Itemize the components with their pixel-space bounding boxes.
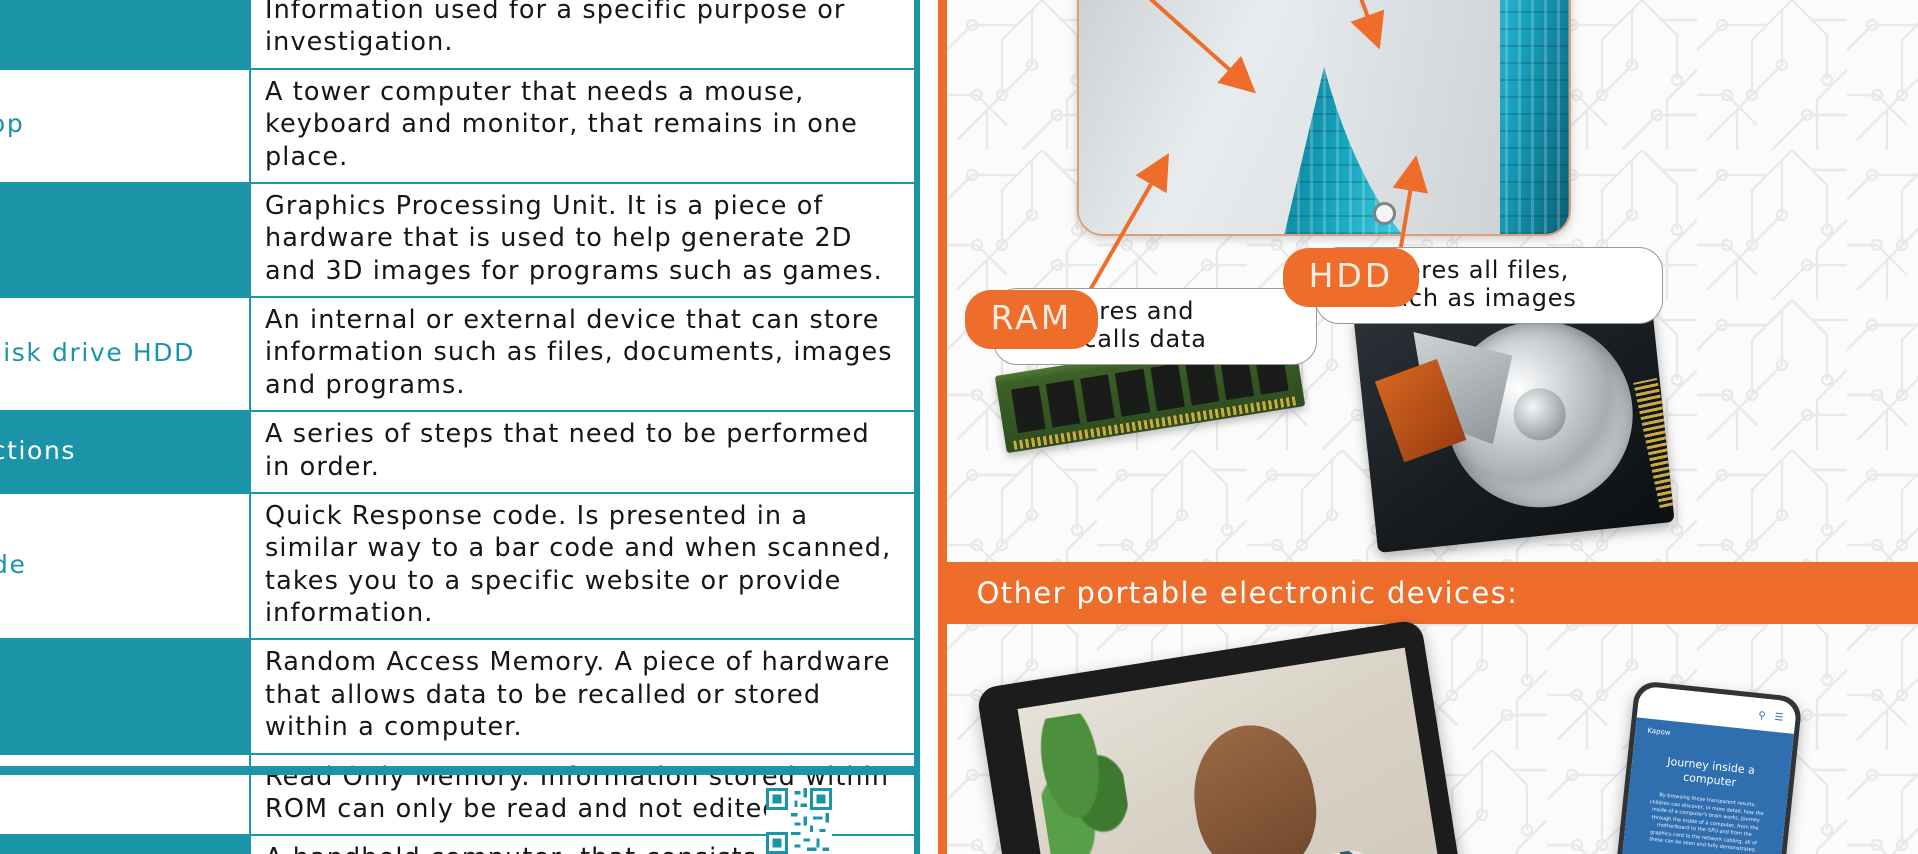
footer-divider — [0, 766, 920, 775]
glossary-definition: Information used for a specific purpose … — [249, 0, 916, 70]
glossary-row: DesktopA tower computer that needs a mou… — [0, 67, 916, 184]
hard-disk-drive-image — [1352, 285, 1675, 553]
menu-icon[interactable]: ☰ — [1774, 712, 1784, 724]
smartphone-image: ⚲ ☰ Kapow Journey inside a computer By b… — [1602, 680, 1803, 854]
glossary-term: Desktop — [0, 67, 251, 184]
qr-code-right-icon[interactable] — [766, 788, 832, 854]
glossary-term: QR code — [0, 491, 251, 641]
hardware-info-pane: Stores and recalls data RAM Stores all f… — [937, 0, 1918, 854]
glossary-pane: DataInformation used for a specific purp… — [0, 0, 938, 854]
glossary-term: GPU — [0, 181, 251, 299]
footer-strip — [0, 766, 920, 854]
glossary-definition: A series of steps that need to be perfor… — [249, 410, 916, 494]
hdd-caption-line-2: such as images — [1379, 284, 1577, 313]
glossary-definition: Graphics Processing Unit. It is a piece … — [249, 181, 916, 299]
search-icon[interactable]: ⚲ — [1757, 710, 1765, 722]
glossary-definition: Quick Response code. Is presented in a s… — [249, 491, 916, 641]
glossary-term: Instructions — [0, 410, 251, 494]
glossary-definition: Random Access Memory. A piece of hardwar… — [249, 638, 916, 755]
plant-decoration — [1029, 708, 1136, 854]
glossary-row: GPUGraphics Processing Unit. It is a pie… — [0, 181, 916, 299]
phone-screen: ⚲ ☰ Kapow Journey inside a computer By b… — [1608, 685, 1797, 854]
laptop-xray-image — [1076, 0, 1571, 236]
glossary-definition: A tower computer that needs a mouse, key… — [249, 67, 916, 184]
glossary-row: InstructionsA series of steps that need … — [0, 410, 916, 494]
other-devices-banner-label: Other portable electronic devices: — [976, 576, 1519, 610]
glossary-row: QR codeQuick Response code. Is presented… — [0, 491, 916, 641]
glossary-term: Hard disk drive HDD — [0, 295, 251, 413]
glossary-term: Data — [0, 0, 251, 70]
glossary-table-container: DataInformation used for a specific purp… — [0, 0, 920, 854]
person-head — [1183, 716, 1326, 854]
hdd-pill-label: HDD — [1282, 248, 1420, 307]
other-devices-banner: Other portable electronic devices: — [946, 562, 1918, 624]
ram-pill-label: RAM — [964, 290, 1099, 349]
glossary-row: DataInformation used for a specific purp… — [0, 0, 916, 70]
poster-page: DataInformation used for a specific purp… — [0, 0, 1918, 854]
glossary-table: DataInformation used for a specific purp… — [0, 0, 916, 854]
camera-dot — [1372, 202, 1396, 225]
glossary-row: RAMRandom Access Memory. A piece of hard… — [0, 638, 916, 755]
phone-article-body: By browsing these transparent results, c… — [1648, 792, 1764, 854]
hdd-caption-line-1: Stores all files, — [1379, 256, 1570, 284]
glossary-term: RAM — [0, 638, 251, 755]
glossary-definition: An internal or external device that can … — [249, 295, 916, 413]
glossary-row: Hard disk drive HDDAn internal or extern… — [0, 295, 916, 413]
tablet-screen — [1017, 647, 1450, 854]
